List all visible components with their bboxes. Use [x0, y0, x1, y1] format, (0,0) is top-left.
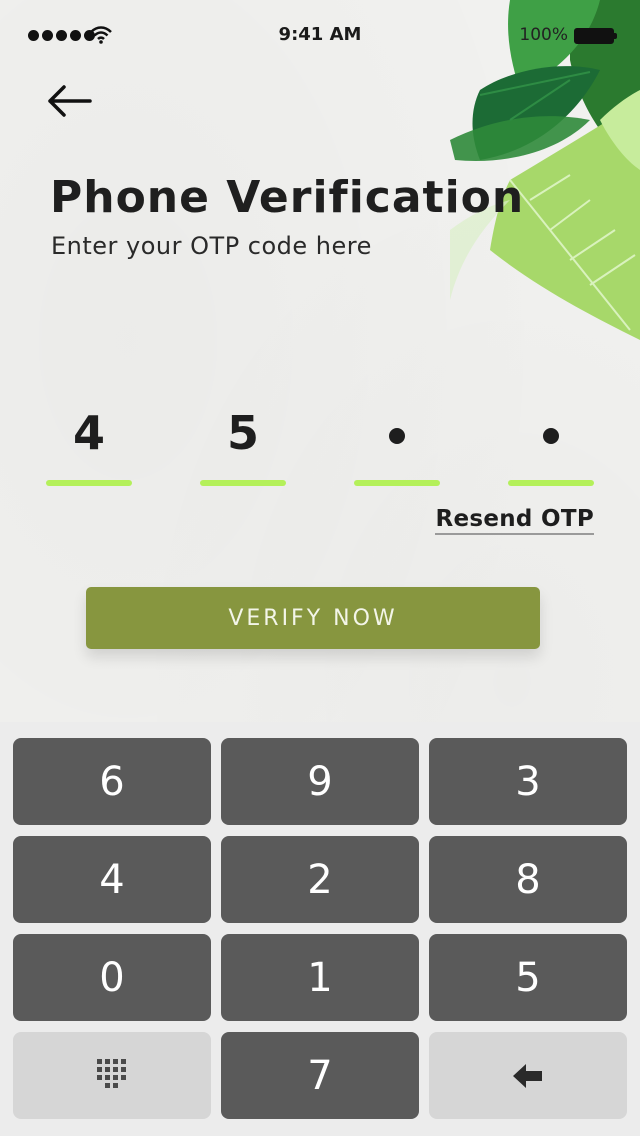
page-subtitle: Enter your OTP code here: [51, 232, 372, 260]
verify-now-button[interactable]: VERIFY NOW: [86, 587, 540, 649]
phone-verification-screen: 9:41 AM 100% Phone Verification Enter yo…: [0, 0, 640, 1136]
key-4[interactable]: 4: [13, 836, 211, 923]
status-bar: 9:41 AM 100%: [0, 0, 640, 70]
key-3[interactable]: 3: [429, 738, 627, 825]
arrow-left-icon: [48, 84, 92, 117]
back-button[interactable]: [44, 82, 94, 122]
page-title: Phone Verification: [50, 172, 525, 223]
otp-underline: [508, 480, 594, 486]
key-7[interactable]: 7: [221, 1032, 419, 1119]
backspace-button[interactable]: [429, 1032, 627, 1119]
numeric-keypad: 6 9 3 4 2 8 0 1 5 7: [0, 722, 640, 1136]
otp-input-row[interactable]: 4 5: [46, 400, 594, 490]
otp-underline: [200, 480, 286, 486]
otp-box-2[interactable]: 5: [200, 400, 286, 490]
backspace-arrow-icon: [513, 1063, 542, 1088]
battery-percentage: 100%: [519, 25, 568, 45]
otp-digit-1: 4: [72, 406, 105, 460]
key-2[interactable]: 2: [221, 836, 419, 923]
key-8[interactable]: 8: [429, 836, 627, 923]
otp-underline: [354, 480, 440, 486]
key-1[interactable]: 1: [221, 934, 419, 1021]
otp-placeholder-dot: [543, 428, 559, 444]
resend-otp-link[interactable]: Resend OTP: [435, 506, 594, 535]
otp-placeholder-dot: [389, 428, 405, 444]
keypad-grid-icon: [97, 1058, 126, 1088]
otp-digit-2: 5: [226, 406, 259, 460]
keypad-toggle-button[interactable]: [13, 1032, 211, 1119]
key-0[interactable]: 0: [13, 934, 211, 1021]
key-6[interactable]: 6: [13, 738, 211, 825]
key-9[interactable]: 9: [221, 738, 419, 825]
battery-icon: [574, 28, 617, 44]
key-5[interactable]: 5: [429, 934, 627, 1021]
otp-box-4[interactable]: [508, 400, 594, 490]
otp-box-1[interactable]: 4: [46, 400, 132, 490]
otp-box-3[interactable]: [354, 400, 440, 490]
otp-underline: [46, 480, 132, 486]
